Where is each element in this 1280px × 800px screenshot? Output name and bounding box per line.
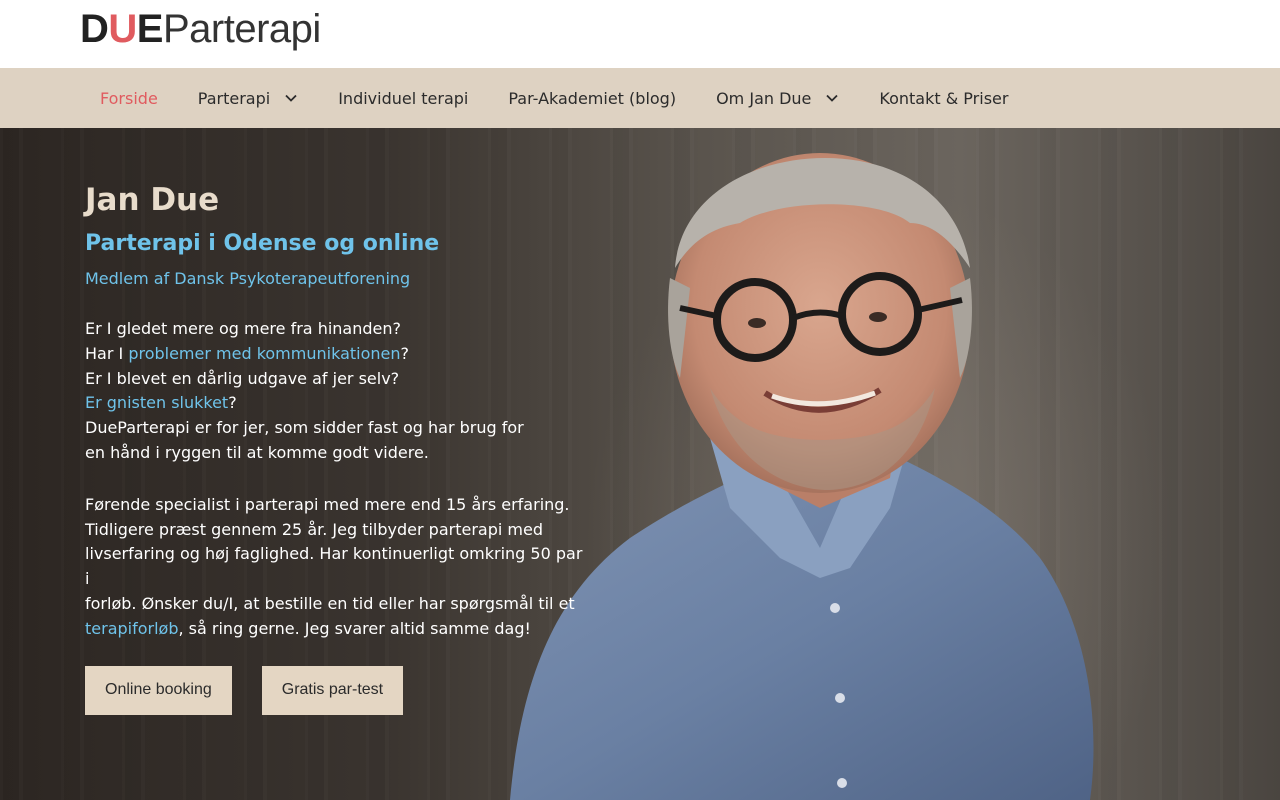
spark-gone-link[interactable]: Er gnisten slukket	[85, 393, 228, 412]
nav-item-label: Kontakt & Priser	[879, 88, 1009, 108]
intro-text: ?	[400, 343, 410, 363]
hero-title: Jan Due	[85, 182, 220, 218]
site-logo[interactable]: DUEParterapi	[80, 6, 321, 52]
hero-buttons: Online booking Gratis par-test	[85, 665, 585, 715]
intro-line: en hånd i ryggen til at komme godt vider…	[85, 442, 429, 462]
nav-item-om-jan-due[interactable]: Om Jan Due	[696, 68, 859, 128]
nav-item-individuel-terapi[interactable]: Individuel terapi	[318, 68, 488, 128]
chevron-down-icon[interactable]	[825, 91, 839, 105]
bio-line: forløb. Ønsker du/I, at bestille en tid …	[85, 593, 575, 613]
logo-letter-u: U	[108, 7, 137, 51]
intro-paragraph: Er I gledet mere og mere fra hinanden? H…	[85, 317, 585, 466]
nav-item-forside[interactable]: Forside	[80, 68, 178, 128]
hero-content: Jan Due Parterapi i Odense og online Med…	[85, 180, 585, 715]
portrait-photo	[510, 153, 1094, 800]
online-booking-button[interactable]: Online booking	[85, 665, 232, 715]
nav-item-kontakt-priser[interactable]: Kontakt & Priser	[859, 68, 1028, 128]
hero-section: Jan Due Parterapi i Odense og online Med…	[0, 128, 1280, 800]
nav-item-label: Individuel terapi	[338, 88, 469, 108]
nav-item-label: Forside	[100, 88, 158, 108]
intro-line: Er I blevet en dårlig udgave af jer selv…	[85, 368, 400, 388]
bio-line: terapiforløb, så ring gerne. Jeg svarer …	[85, 617, 585, 642]
intro-line: DueParterapi er for jer, som sidder fast…	[85, 418, 524, 438]
intro-text: Har I	[85, 343, 129, 363]
intro-line: Er gnisten slukket?	[85, 391, 585, 416]
chevron-down-icon[interactable]	[284, 91, 298, 105]
nav-item-label: Om Jan Due	[716, 88, 812, 108]
membership-link[interactable]: Medlem af Dansk Psykoterapeutforening	[85, 268, 585, 290]
free-couple-test-button[interactable]: Gratis par-test	[261, 665, 404, 715]
logo-letter-d: D	[80, 7, 109, 51]
logo-wordmark: Parterapi	[162, 7, 321, 51]
bio-text: , så ring gerne. Jeg svarer altid samme …	[178, 618, 531, 638]
intro-line: Har I problemer med kommunikationen?	[85, 342, 585, 367]
hero-subtitle: Parterapi i Odense og online	[85, 231, 440, 256]
site-header: DUEParterapi	[0, 0, 1280, 68]
nav-list: Forside Parterapi Individuel terapi Par-…	[0, 68, 1280, 128]
bio-line: Førende specialist i parterapi med mere …	[85, 494, 570, 514]
communication-problems-link[interactable]: problemer med kommunikationen	[128, 344, 400, 363]
therapy-course-link[interactable]: terapiforløb	[85, 619, 179, 638]
bio-paragraph: Førende specialist i parterapi med mere …	[85, 493, 585, 642]
intro-line: Er I gledet mere og mere fra hinanden?	[85, 319, 401, 338]
nav-item-par-akademiet[interactable]: Par-Akademiet (blog)	[488, 68, 696, 128]
bio-line: Tidligere præst gennem 25 år. Jeg tilbyd…	[85, 519, 543, 539]
logo-letter-e: E	[136, 7, 164, 51]
main-navigation: Forside Parterapi Individuel terapi Par-…	[0, 68, 1280, 128]
nav-item-parterapi[interactable]: Parterapi	[178, 68, 318, 128]
nav-item-label: Parterapi	[197, 88, 271, 108]
bio-line: livserfaring og høj faglighed. Har konti…	[85, 544, 583, 589]
nav-item-label: Par-Akademiet (blog)	[508, 88, 677, 108]
intro-text: ?	[228, 393, 237, 413]
